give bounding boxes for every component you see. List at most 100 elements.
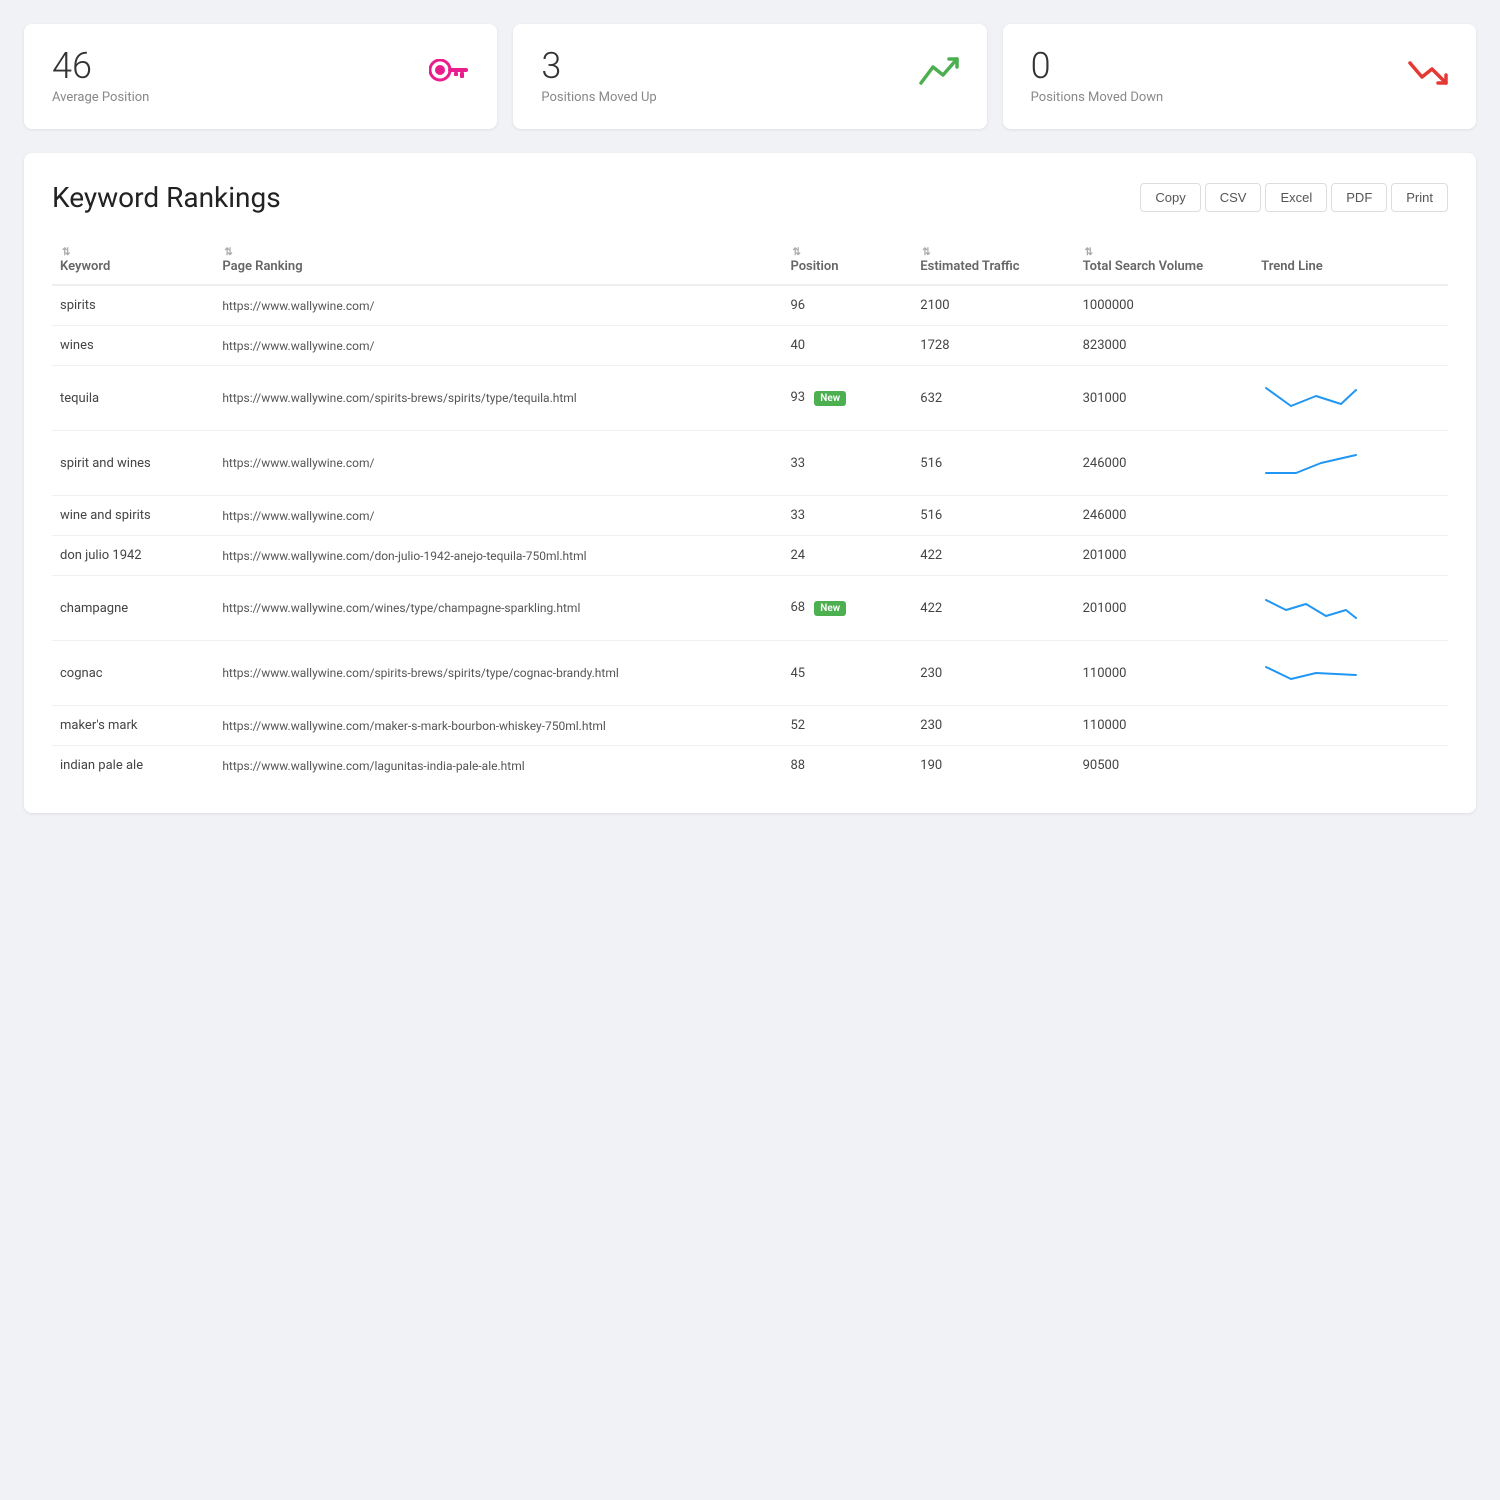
keyword-cell: indian pale ale xyxy=(52,746,214,786)
csv-button[interactable]: CSV xyxy=(1205,183,1262,212)
sort-keyword-icon[interactable]: ⇅ xyxy=(62,247,70,258)
position-cell: 45 xyxy=(782,641,912,706)
trend-cell xyxy=(1253,496,1448,536)
col-header-keyword[interactable]: ⇅ Keyword xyxy=(52,234,214,285)
keyword-cell: spirits xyxy=(52,285,214,326)
keyword-cell: cognac xyxy=(52,641,214,706)
stat-left-average-position: 46 Average Position xyxy=(52,48,149,105)
volume-cell: 201000 xyxy=(1075,536,1254,576)
trend-cell xyxy=(1253,366,1448,431)
traffic-cell: 1728 xyxy=(912,326,1074,366)
position-cell: 68 New xyxy=(782,576,912,641)
stat-left-positions-down: 0 Positions Moved Down xyxy=(1031,48,1164,105)
trend-cell xyxy=(1253,706,1448,746)
table-row: maker's markhttps://www.wallywine.com/ma… xyxy=(52,706,1448,746)
keyword-cell: spirit and wines xyxy=(52,431,214,496)
page-cell: https://www.wallywine.com/don-julio-1942… xyxy=(214,536,782,576)
new-badge: New xyxy=(814,601,846,616)
table-header-row: Keyword Rankings Copy CSV Excel PDF Prin… xyxy=(52,181,1448,214)
stat-left-positions-up: 3 Positions Moved Up xyxy=(541,48,656,105)
col-header-position[interactable]: ⇅ Position xyxy=(782,234,912,285)
sort-traffic-icon[interactable]: ⇅ xyxy=(922,247,930,258)
table-row: cognachttps://www.wallywine.com/spirits-… xyxy=(52,641,1448,706)
page-cell: https://www.wallywine.com/ xyxy=(214,326,782,366)
table-body: spiritshttps://www.wallywine.com/9621001… xyxy=(52,285,1448,785)
page-cell: https://www.wallywine.com/ xyxy=(214,285,782,326)
traffic-cell: 2100 xyxy=(912,285,1074,326)
average-position-label: Average Position xyxy=(52,90,149,105)
trend-cell xyxy=(1253,326,1448,366)
keyword-cell: maker's mark xyxy=(52,706,214,746)
page-cell: https://www.wallywine.com/wines/type/cha… xyxy=(214,576,782,641)
traffic-cell: 516 xyxy=(912,496,1074,536)
positions-up-number: 3 xyxy=(541,48,656,84)
position-cell: 40 xyxy=(782,326,912,366)
arrow-down-icon xyxy=(1408,55,1448,98)
table-row: wineshttps://www.wallywine.com/401728823… xyxy=(52,326,1448,366)
key-icon xyxy=(429,59,469,94)
trend-cell xyxy=(1253,641,1448,706)
keyword-cell: wines xyxy=(52,326,214,366)
traffic-cell: 422 xyxy=(912,536,1074,576)
trend-cell xyxy=(1253,576,1448,641)
stat-card-average-position: 46 Average Position xyxy=(24,24,497,129)
traffic-cell: 230 xyxy=(912,641,1074,706)
table-row: don julio 1942https://www.wallywine.com/… xyxy=(52,536,1448,576)
positions-down-label: Positions Moved Down xyxy=(1031,90,1164,105)
trend-cell xyxy=(1253,536,1448,576)
excel-button[interactable]: Excel xyxy=(1265,183,1327,212)
main-content: Keyword Rankings Copy CSV Excel PDF Prin… xyxy=(24,153,1476,813)
col-header-traffic[interactable]: ⇅ Estimated Traffic xyxy=(912,234,1074,285)
page-cell: https://www.wallywine.com/ xyxy=(214,431,782,496)
trend-cell xyxy=(1253,431,1448,496)
table-row: indian pale alehttps://www.wallywine.com… xyxy=(52,746,1448,786)
copy-button[interactable]: Copy xyxy=(1140,183,1200,212)
keyword-cell: champagne xyxy=(52,576,214,641)
sort-page-icon[interactable]: ⇅ xyxy=(224,247,232,258)
stats-section: 46 Average Position 3 Positions Moved Up xyxy=(0,0,1500,145)
volume-cell: 246000 xyxy=(1075,496,1254,536)
table-row: spiritshttps://www.wallywine.com/9621001… xyxy=(52,285,1448,326)
trend-cell xyxy=(1253,285,1448,326)
col-header-page[interactable]: ⇅ Page Ranking xyxy=(214,234,782,285)
volume-cell: 90500 xyxy=(1075,746,1254,786)
traffic-cell: 632 xyxy=(912,366,1074,431)
average-position-number: 46 xyxy=(52,48,149,84)
new-badge: New xyxy=(814,391,846,406)
page-title: Keyword Rankings xyxy=(52,181,281,214)
position-cell: 93 New xyxy=(782,366,912,431)
export-buttons: Copy CSV Excel PDF Print xyxy=(1140,183,1448,212)
volume-cell: 246000 xyxy=(1075,431,1254,496)
position-cell: 33 xyxy=(782,496,912,536)
volume-cell: 823000 xyxy=(1075,326,1254,366)
volume-cell: 301000 xyxy=(1075,366,1254,431)
trend-cell xyxy=(1253,746,1448,786)
sort-position-icon[interactable]: ⇅ xyxy=(792,247,800,258)
page-cell: https://www.wallywine.com/lagunitas-indi… xyxy=(214,746,782,786)
table-row: tequilahttps://www.wallywine.com/spirits… xyxy=(52,366,1448,431)
keyword-cell: wine and spirits xyxy=(52,496,214,536)
page-cell: https://www.wallywine.com/maker-s-mark-b… xyxy=(214,706,782,746)
table-row: wine and spiritshttps://www.wallywine.co… xyxy=(52,496,1448,536)
traffic-cell: 230 xyxy=(912,706,1074,746)
page-cell: https://www.wallywine.com/spirits-brews/… xyxy=(214,366,782,431)
pdf-button[interactable]: PDF xyxy=(1331,183,1387,212)
volume-cell: 201000 xyxy=(1075,576,1254,641)
print-button[interactable]: Print xyxy=(1391,183,1448,212)
volume-cell: 110000 xyxy=(1075,706,1254,746)
page-cell: https://www.wallywine.com/spirits-brews/… xyxy=(214,641,782,706)
table-row: spirit and wineshttps://www.wallywine.co… xyxy=(52,431,1448,496)
page-cell: https://www.wallywine.com/ xyxy=(214,496,782,536)
col-header-trend: Trend Line xyxy=(1253,234,1448,285)
position-cell: 52 xyxy=(782,706,912,746)
keyword-table: ⇅ Keyword ⇅ Page Ranking ⇅ Position ⇅ Es… xyxy=(52,234,1448,785)
traffic-cell: 516 xyxy=(912,431,1074,496)
traffic-cell: 422 xyxy=(912,576,1074,641)
keyword-cell: tequila xyxy=(52,366,214,431)
positions-up-label: Positions Moved Up xyxy=(541,90,656,105)
stat-card-positions-down: 0 Positions Moved Down xyxy=(1003,24,1476,129)
col-header-volume[interactable]: ⇅ Total Search Volume xyxy=(1075,234,1254,285)
position-cell: 33 xyxy=(782,431,912,496)
stat-card-positions-up: 3 Positions Moved Up xyxy=(513,24,986,129)
sort-volume-icon[interactable]: ⇅ xyxy=(1085,247,1093,258)
